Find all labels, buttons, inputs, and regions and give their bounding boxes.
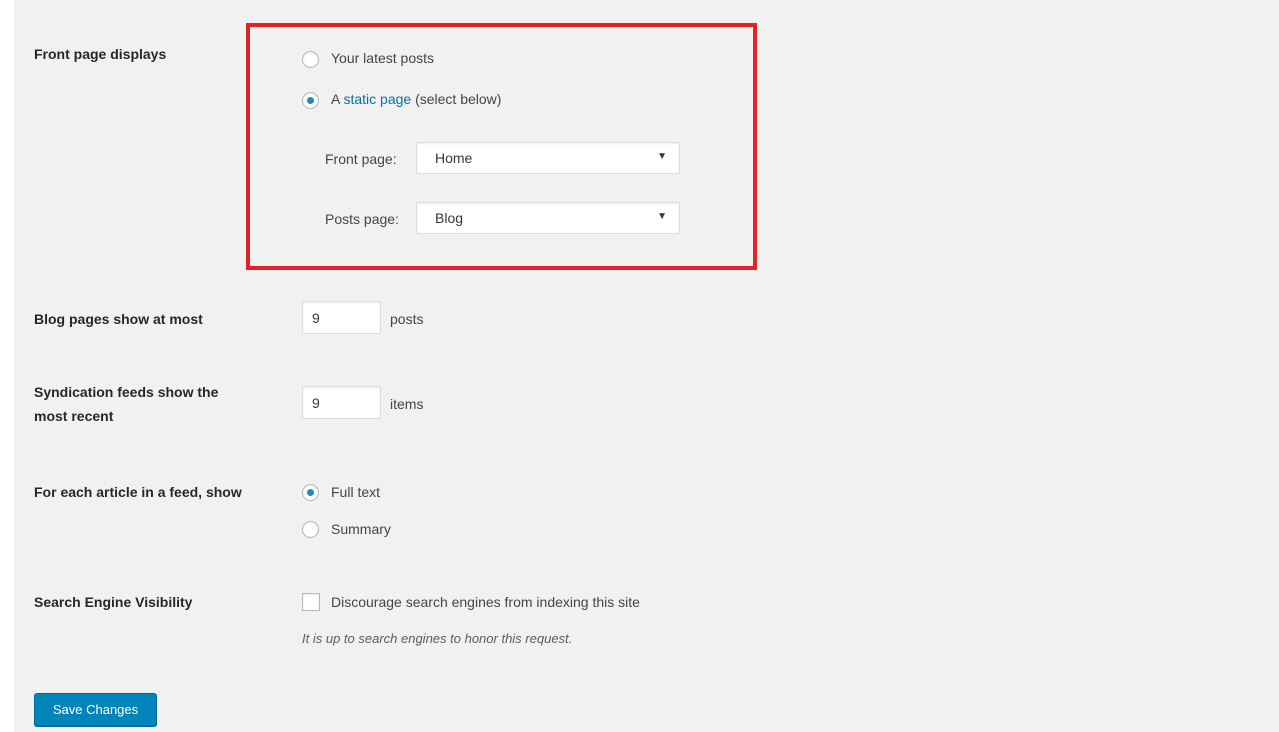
blog-pages-label: Blog pages show at most	[34, 311, 203, 327]
search-visibility-label: Search Engine Visibility	[34, 594, 193, 610]
search-visibility-hint: It is up to search engines to honor this…	[302, 631, 573, 646]
syndication-label-line1: Syndication feeds show the	[34, 384, 219, 400]
summary-label[interactable]: Summary	[331, 519, 391, 539]
discourage-search-label[interactable]: Discourage search engines from indexing …	[331, 592, 640, 612]
blog-pages-unit: posts	[390, 311, 424, 327]
reading-settings-page: Front page displays Your latest posts A …	[0, 0, 1279, 732]
radio-summary[interactable]	[302, 521, 319, 538]
radio-full-text[interactable]	[302, 484, 319, 501]
full-text-label[interactable]: Full text	[331, 482, 380, 502]
syndication-label-line2: most recent	[34, 408, 114, 424]
save-changes-button[interactable]: Save Changes	[34, 693, 157, 726]
syndication-unit: items	[390, 396, 424, 412]
feed-article-label: For each article in a feed, show	[34, 484, 242, 500]
discourage-search-checkbox[interactable]	[302, 593, 320, 611]
blog-pages-input[interactable]: 9	[302, 301, 381, 334]
syndication-value: 9	[312, 395, 320, 411]
syndication-input[interactable]: 9	[302, 386, 381, 419]
blog-pages-value: 9	[312, 310, 320, 326]
front-page-displays-label: Front page displays	[34, 46, 167, 62]
highlight-box	[246, 23, 757, 270]
